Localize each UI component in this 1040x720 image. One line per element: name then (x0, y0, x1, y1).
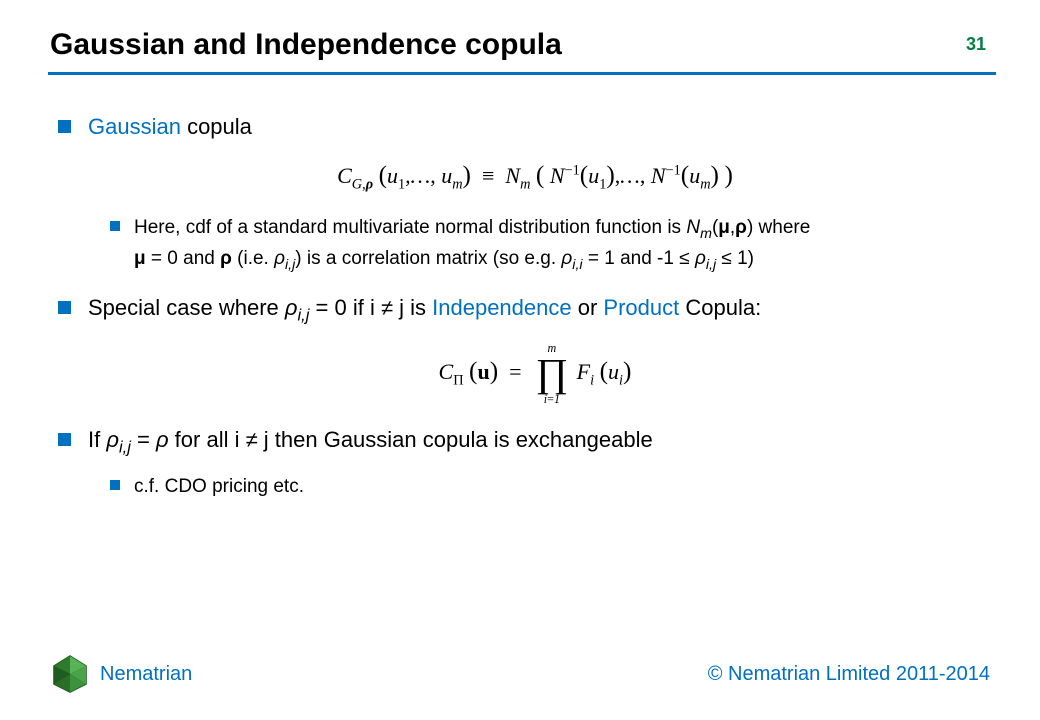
text-cdo: c.f. CDO pricing etc. (134, 476, 304, 497)
text-rhoij: ρ (274, 248, 285, 269)
text-b2-rho: ρ (285, 295, 298, 320)
bullet-cdf-description: Here, cdf of a standard multivariate nor… (110, 214, 982, 275)
formula-product-copula: CΠ (u) = m ∏ i=1 Fi (ui) (88, 343, 982, 406)
text-corrmat: ) is a correlation matrix (so e.g. (295, 248, 561, 269)
bullet-independence-copula: Special case where ρi,j = 0 if i ≠ j is … (58, 293, 982, 405)
text-ii-sub: i,i (572, 256, 582, 272)
bullet-cdo: c.f. CDO pricing etc. (110, 473, 982, 501)
text-b3-rho: ρ (106, 427, 119, 452)
text-rho: ρ (735, 217, 747, 238)
text-rhoij2: ρ (695, 248, 706, 269)
text-b3-ij: i,j (119, 439, 131, 457)
text-independence: Independence (432, 295, 571, 320)
text-close-where: ) where (747, 217, 810, 238)
text-mu: μ (718, 217, 730, 238)
text-m-sub: m (700, 226, 712, 242)
content-area: Gaussian copula CG,ρ (u1,…, um) ≡ Nm ( N… (58, 112, 982, 518)
text-ie: (i.e. (232, 248, 274, 269)
formula-gaussian-copula: CG,ρ (u1,…, um) ≡ Nm ( N−1(u1),…, N−1(um… (88, 158, 982, 194)
text-eq0: = 0 and (146, 248, 220, 269)
title-divider (48, 72, 996, 75)
bullet-gaussian-copula: Gaussian copula CG,ρ (u1,…, um) ≡ Nm ( N… (58, 112, 982, 275)
text-special-pre: Special case where (88, 295, 285, 320)
sub-bullets-exchangeable: c.f. CDO pricing etc. (110, 473, 982, 501)
logo-area: Nematrian (50, 654, 192, 694)
text-copula: copula (181, 114, 252, 139)
text-b3-rho2: ρ (156, 427, 169, 452)
sub-bullets-gaussian: Here, cdf of a standard multivariate nor… (110, 214, 982, 275)
bullet-exchangeable: If ρi,j = ρ for all i ≠ j then Gaussian … (58, 425, 982, 500)
company-name: Nematrian (100, 663, 192, 686)
text-ij-sub: i,j (285, 256, 295, 272)
page-number: 31 (966, 34, 986, 55)
text-or: or (572, 295, 604, 320)
text-if: If (88, 427, 106, 452)
bullet-list: Gaussian copula CG,ρ (u1,…, um) ≡ Nm ( N… (58, 112, 982, 500)
text-product: Product (603, 295, 679, 320)
text-special-mid: = 0 if i ≠ j is (309, 295, 432, 320)
slide: Gaussian and Independence copula 31 Gaus… (0, 0, 1040, 720)
header: Gaussian and Independence copula (50, 28, 990, 88)
copyright-text: © Nematrian Limited 2011-2014 (708, 663, 990, 686)
slide-title: Gaussian and Independence copula (50, 28, 990, 62)
text-N: N (686, 217, 700, 238)
text-le1: ≤ 1) (716, 248, 754, 269)
footer: Nematrian © Nematrian Limited 2011-2014 (50, 654, 990, 694)
text-b2-ij: i,j (298, 306, 310, 324)
text-rho2: ρ (220, 248, 232, 269)
text-gaussian: Gaussian (88, 114, 181, 139)
text-ij2-sub: i,j (706, 256, 716, 272)
text-rhoii: ρ (561, 248, 572, 269)
text-b3-rest: for all i ≠ j then Gaussian copula is ex… (169, 427, 653, 452)
text-b3-eq: = (131, 427, 156, 452)
text-copula2: Copula: (679, 295, 761, 320)
text-mu2: μ (134, 248, 146, 269)
nematrian-logo-icon (50, 654, 90, 694)
text-cdf-intro: Here, cdf of a standard multivariate nor… (134, 217, 686, 238)
text-eq1: = 1 and -1 ≤ (583, 248, 695, 269)
